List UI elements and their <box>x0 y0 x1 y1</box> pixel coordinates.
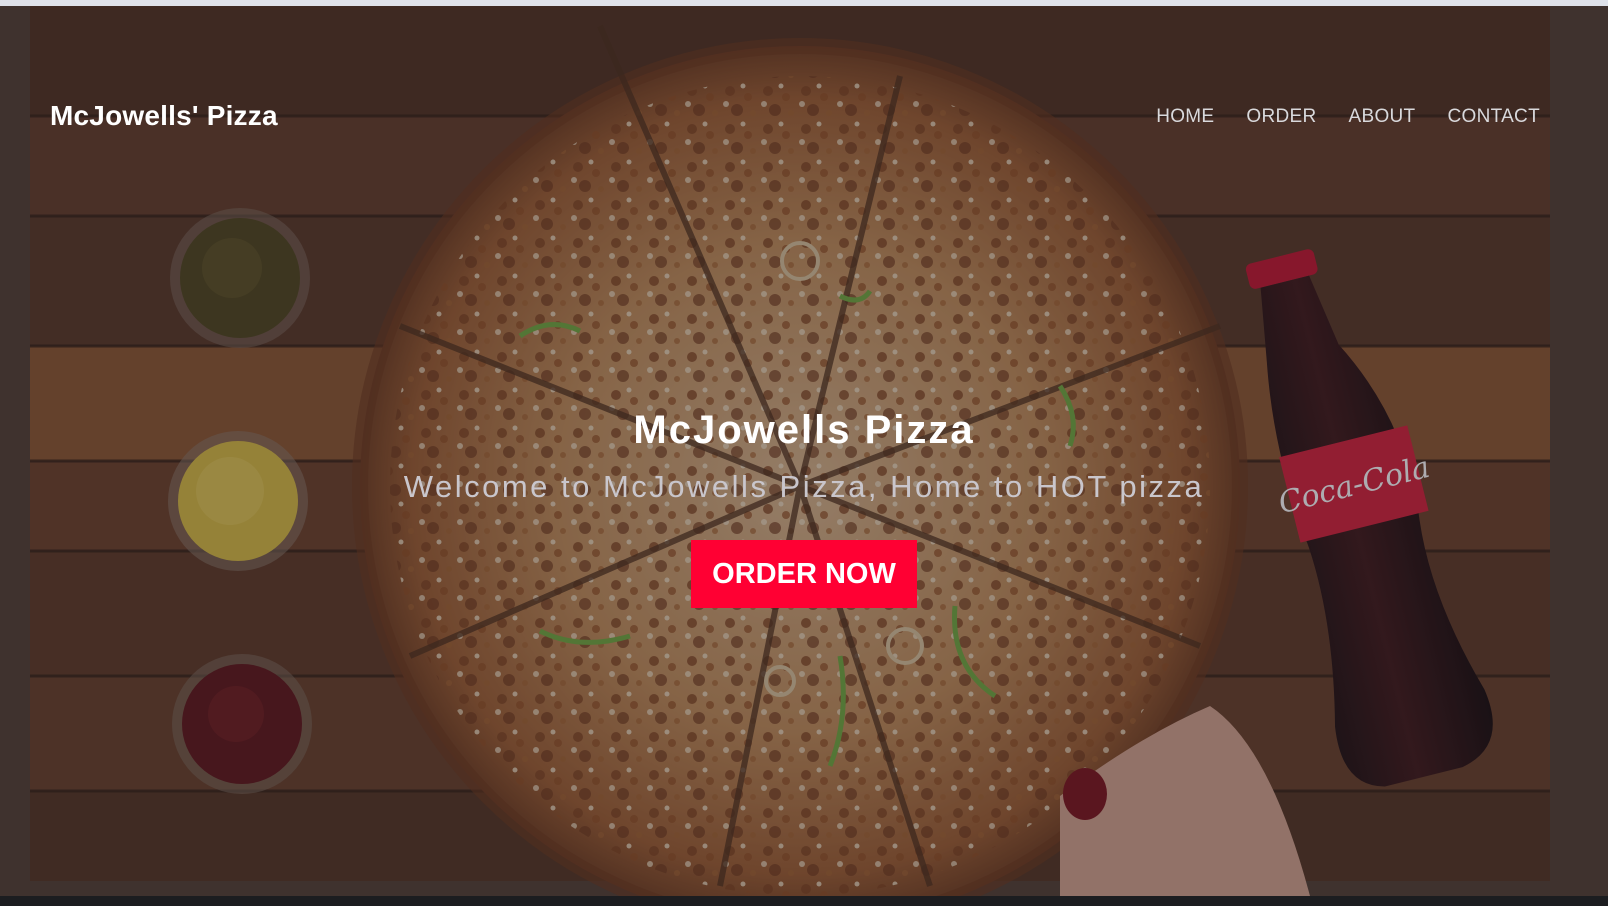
nav-link-contact[interactable]: CONTACT <box>1447 106 1540 128</box>
hero-content: McJowells Pizza Welcome to McJowells Piz… <box>0 406 1608 608</box>
hero-title: McJowells Pizza <box>633 408 975 452</box>
nav-links: HOME ORDER ABOUT CONTACT <box>1156 106 1540 128</box>
nav-link-home[interactable]: HOME <box>1156 106 1214 128</box>
brand-logo-link[interactable]: McJowells' Pizza <box>50 100 278 132</box>
page: Coca-Cola McJowells' Pizza HOME ORDER AB… <box>0 0 1608 906</box>
top-navbar: McJowells' Pizza HOME ORDER ABOUT CONTAC… <box>0 6 1608 226</box>
order-now-button[interactable]: ORDER NOW <box>691 540 917 608</box>
nav-link-order[interactable]: ORDER <box>1246 106 1316 128</box>
nav-link-about[interactable]: ABOUT <box>1349 106 1416 128</box>
hero-section: Coca-Cola McJowells' Pizza HOME ORDER AB… <box>0 6 1608 896</box>
browser-bottom-edge <box>0 896 1608 906</box>
hero-subtitle: Welcome to McJowells Pizza, Home to HOT … <box>403 469 1205 504</box>
